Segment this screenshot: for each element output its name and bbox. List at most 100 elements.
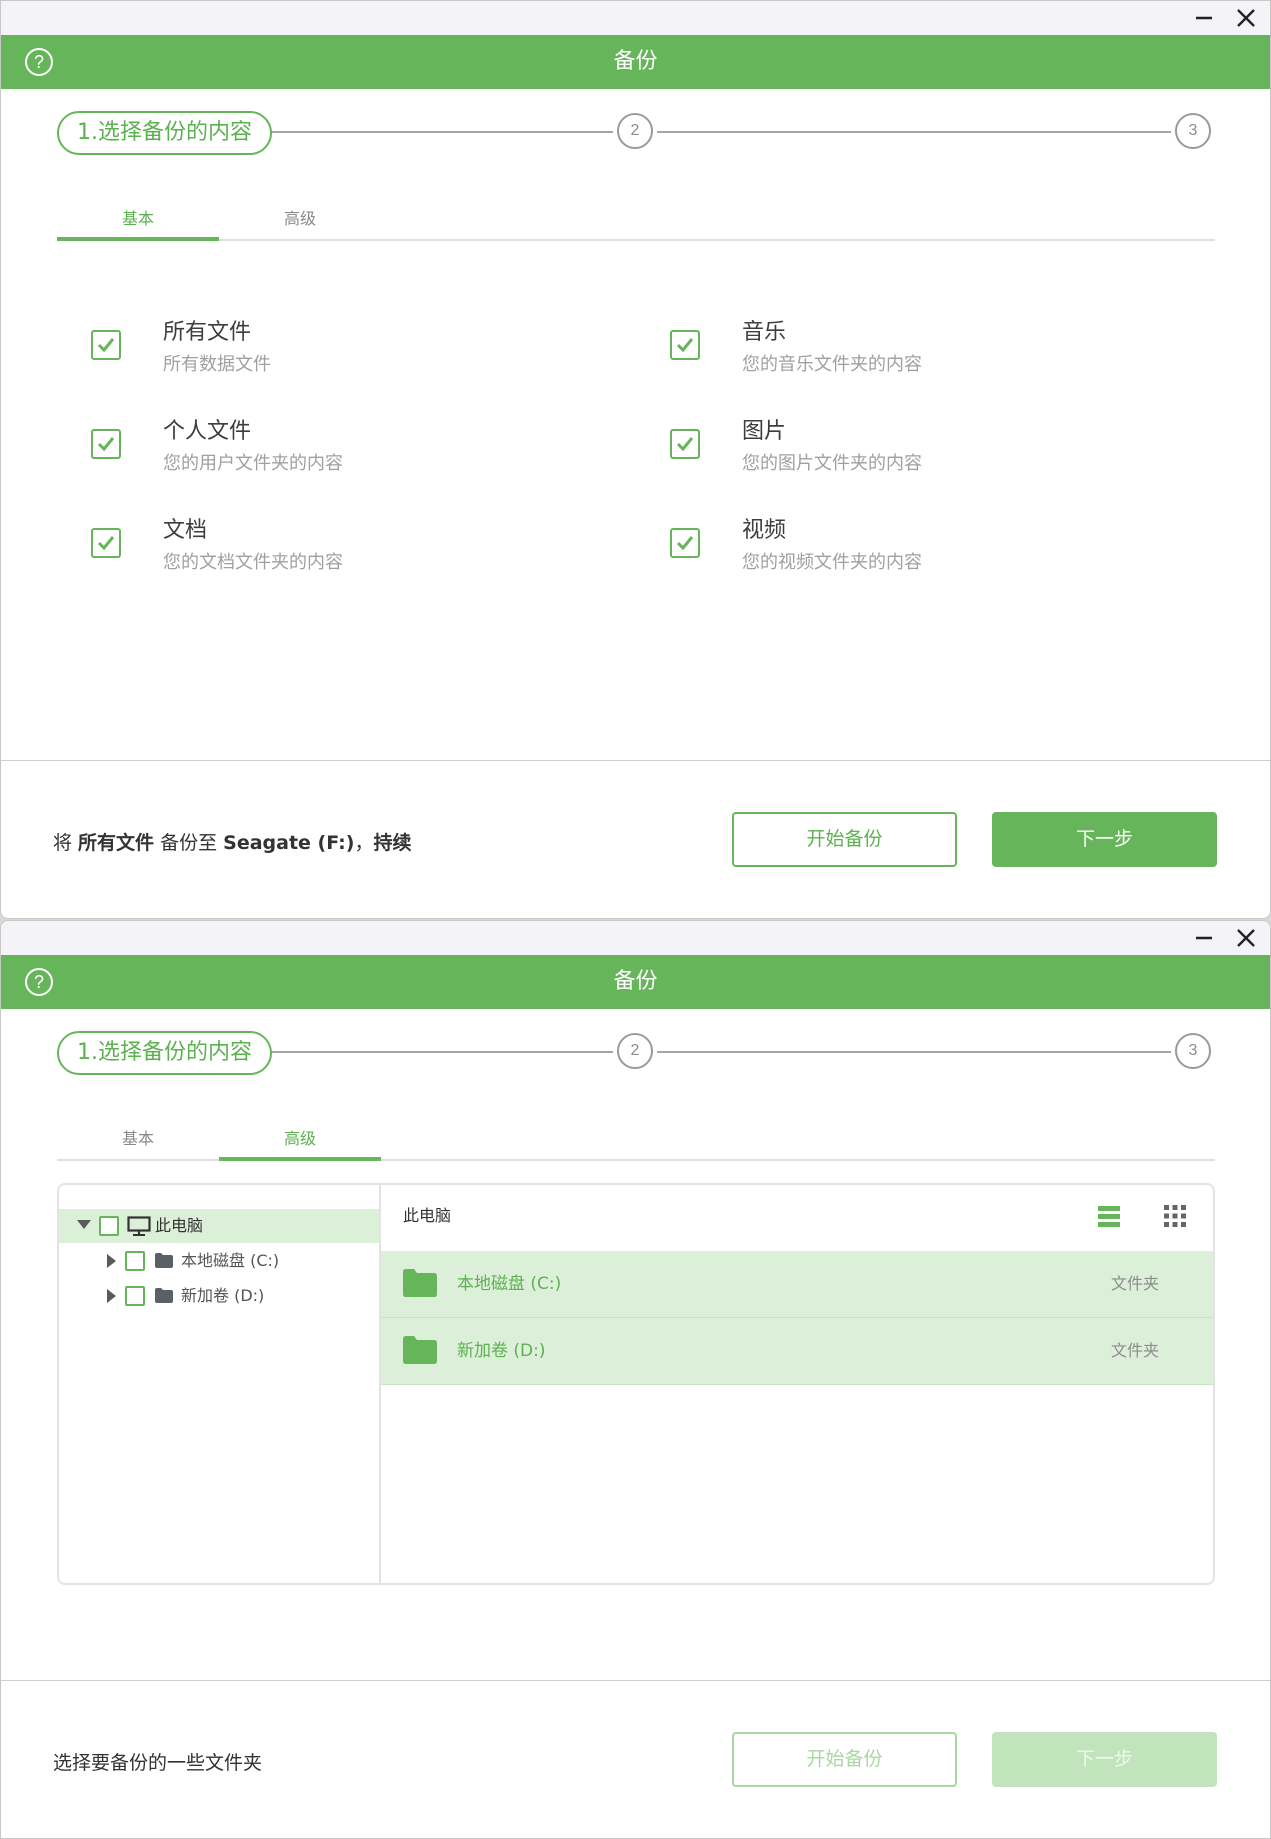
step-1-pill: 1.选择备份的内容: [57, 1031, 272, 1075]
tab-basic[interactable]: 基本: [57, 1121, 219, 1159]
list-item-drive-d[interactable]: 新加卷 (D:) 文件夹: [381, 1318, 1213, 1385]
step-2-circle: 2: [617, 113, 653, 149]
minimize-icon: [1196, 936, 1212, 940]
backup-window-advanced: ? 备份 1.选择备份的内容 2 3 基本 高级 此电脑 本地磁盘 (C:) 新…: [0, 920, 1271, 1839]
check-icon: [97, 437, 115, 452]
close-icon: [1237, 9, 1255, 27]
list-item-drive-c[interactable]: 本地磁盘 (C:) 文件夹: [381, 1251, 1213, 1318]
step-progress: 1.选择备份的内容 2 3: [57, 111, 1215, 155]
start-backup-button[interactable]: 开始备份: [732, 812, 957, 867]
list-item-type: 文件夹: [1110, 1274, 1159, 1293]
summary-target: Seagate (F:): [223, 832, 355, 854]
option-subtitle: 您的视频文件夹的内容: [742, 552, 922, 573]
tree-item-drive-c[interactable]: 本地磁盘 (C:): [59, 1244, 379, 1278]
option-title: 视频: [742, 518, 787, 543]
grid-view-icon[interactable]: [1163, 1204, 1187, 1228]
expand-arrow-icon[interactable]: [107, 1254, 116, 1268]
step-2-circle: 2: [617, 1033, 653, 1069]
tree-item-label: 本地磁盘 (C:): [181, 1251, 280, 1270]
title-bar: [1, 921, 1270, 955]
checkbox-checked[interactable]: [670, 528, 700, 558]
summary-mode: 持续: [373, 832, 412, 854]
step-3-circle: 3: [1175, 113, 1211, 149]
tree-item-this-pc[interactable]: 此电脑: [59, 1209, 379, 1243]
checkbox-checked[interactable]: [670, 429, 700, 459]
option-personal-files[interactable]: 个人文件 您的用户文件夹的内容: [91, 413, 591, 493]
folder-tree: 此电脑 本地磁盘 (C:) 新加卷 (D:): [59, 1185, 381, 1583]
step-progress: 1.选择备份的内容 2 3: [57, 1031, 1215, 1075]
checkbox-checked[interactable]: [91, 330, 121, 360]
option-title: 音乐: [742, 320, 787, 345]
option-videos[interactable]: 视频 您的视频文件夹的内容: [670, 512, 1170, 592]
current-path: 此电脑: [403, 1206, 452, 1225]
step-1-pill: 1.选择备份的内容: [57, 111, 272, 155]
step-connector: [265, 1051, 613, 1053]
folder-icon: [403, 1269, 437, 1297]
option-documents[interactable]: 文档 您的文档文件夹的内容: [91, 512, 591, 592]
checkbox-checked[interactable]: [91, 429, 121, 459]
close-icon: [1237, 929, 1255, 947]
window-title: 备份: [613, 49, 658, 74]
minimize-button[interactable]: [1186, 4, 1222, 32]
tree-item-label: 新加卷 (D:): [181, 1286, 265, 1305]
step-connector: [657, 1051, 1171, 1053]
backup-window-basic: ? 备份 1.选择备份的内容 2 3 基本 高级 所有文件 所有数据文件 音乐 …: [0, 0, 1271, 919]
next-button[interactable]: 下一步: [992, 1732, 1217, 1787]
start-backup-button[interactable]: 开始备份: [732, 1732, 957, 1787]
folder-list-pane: 此电脑 本地磁盘 (C:) 文件夹 新加卷 (D:) 文件夹: [381, 1185, 1213, 1583]
list-item-type: 文件夹: [1110, 1341, 1159, 1360]
folder-icon: [155, 1253, 173, 1268]
tree-checkbox[interactable]: [125, 1286, 145, 1306]
backup-summary: 选择要备份的一些文件夹: [53, 1752, 263, 1774]
check-icon: [97, 338, 115, 353]
close-button[interactable]: [1228, 924, 1264, 952]
list-item-name: 新加卷 (D:): [457, 1341, 546, 1361]
minimize-button[interactable]: [1186, 924, 1222, 952]
tab-bar: 基本 高级: [57, 201, 1215, 241]
tree-checkbox[interactable]: [125, 1251, 145, 1271]
folder-icon: [155, 1288, 173, 1303]
option-title: 所有文件: [163, 320, 252, 345]
tab-bar: 基本 高级: [57, 1121, 1215, 1161]
check-icon: [97, 536, 115, 551]
expand-arrow-icon[interactable]: [77, 1220, 91, 1229]
tree-item-label: 此电脑: [155, 1216, 204, 1235]
checkbox-checked[interactable]: [670, 330, 700, 360]
option-subtitle: 您的文档文件夹的内容: [163, 552, 343, 573]
step-connector: [265, 131, 613, 133]
tab-basic[interactable]: 基本: [57, 201, 219, 241]
summary-what: 所有文件: [78, 832, 155, 854]
option-music[interactable]: 音乐 您的音乐文件夹的内容: [670, 314, 1170, 394]
step-connector: [657, 131, 1171, 133]
summary-middle: 备份至: [154, 832, 224, 854]
folder-icon: [403, 1336, 437, 1364]
option-subtitle: 您的音乐文件夹的内容: [742, 354, 922, 375]
tab-advanced[interactable]: 高级: [219, 1121, 381, 1161]
check-icon: [676, 437, 694, 452]
header-bar: ? 备份: [1, 955, 1270, 1009]
summary-prefix: 将: [53, 832, 79, 854]
summary-sep: ，: [354, 832, 374, 854]
monitor-icon: [127, 1216, 151, 1236]
close-button[interactable]: [1228, 4, 1264, 32]
title-bar: [1, 1, 1270, 35]
option-subtitle: 所有数据文件: [163, 354, 271, 375]
option-pictures[interactable]: 图片 您的图片文件夹的内容: [670, 413, 1170, 493]
check-icon: [676, 536, 694, 551]
option-all-files[interactable]: 所有文件 所有数据文件: [91, 314, 591, 394]
next-button[interactable]: 下一步: [992, 812, 1217, 867]
checkbox-checked[interactable]: [91, 528, 121, 558]
option-title: 文档: [163, 518, 208, 543]
footer-divider: [1, 760, 1270, 761]
option-title: 图片: [742, 419, 787, 444]
option-title: 个人文件: [163, 419, 252, 444]
tree-checkbox[interactable]: [99, 1216, 119, 1236]
backup-summary: 将 所有文件 备份至 Seagate (F:)，持续: [53, 828, 412, 855]
expand-arrow-icon[interactable]: [107, 1289, 116, 1303]
list-view-icon[interactable]: [1097, 1204, 1121, 1228]
option-subtitle: 您的用户文件夹的内容: [163, 453, 343, 474]
tab-advanced[interactable]: 高级: [219, 201, 381, 239]
tree-item-drive-d[interactable]: 新加卷 (D:): [59, 1279, 379, 1313]
folder-explorer: 此电脑 本地磁盘 (C:) 新加卷 (D:) 此电脑 本地磁盘 (C:) 文件夹…: [57, 1183, 1215, 1585]
list-header: 此电脑: [381, 1185, 1213, 1252]
